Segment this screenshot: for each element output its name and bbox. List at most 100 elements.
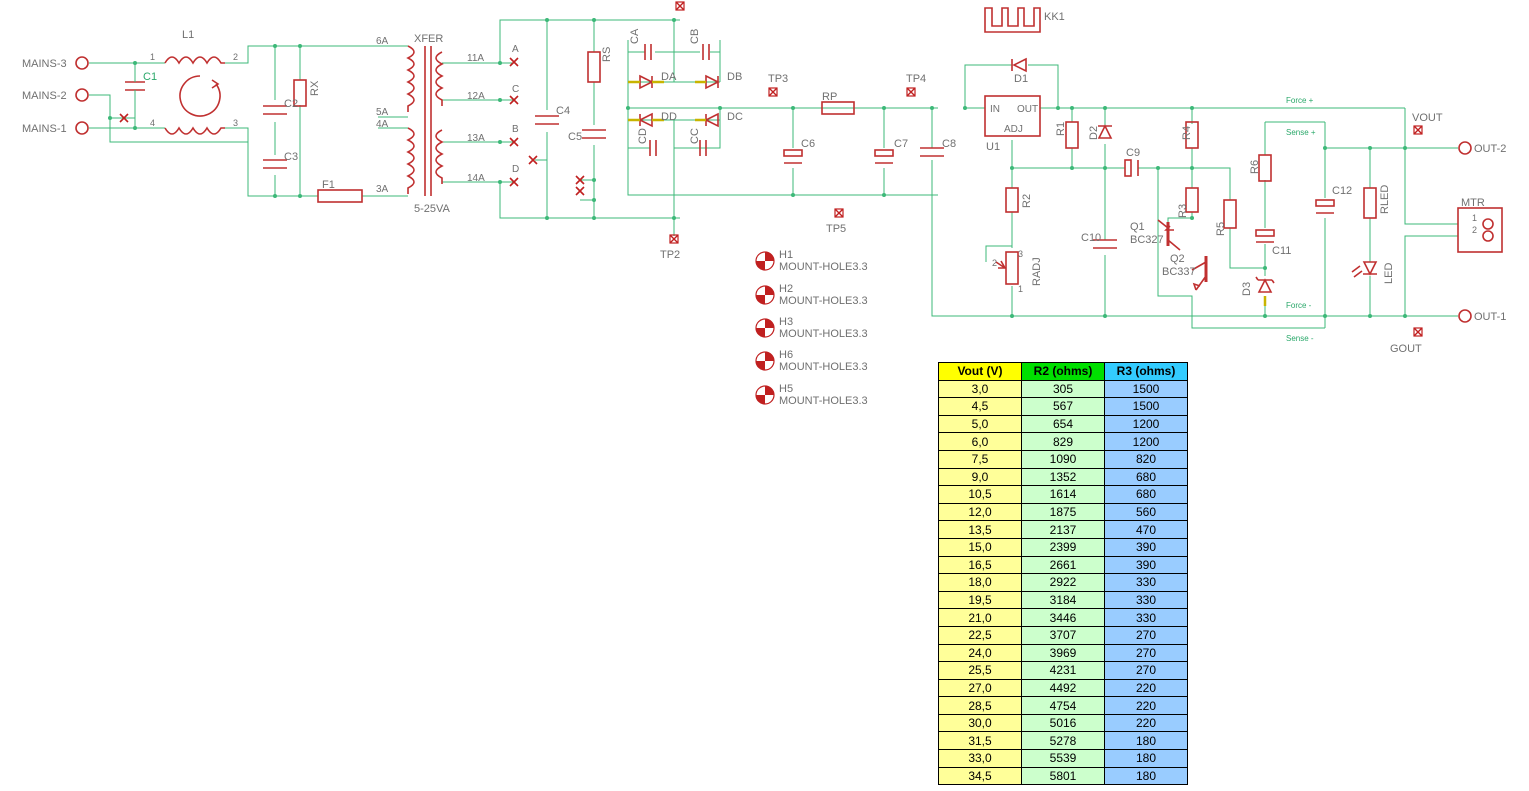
- label-c1: C1: [143, 71, 157, 83]
- mount-hole-h6[interactable]: [755, 351, 775, 371]
- table-cell-r3: 470: [1104, 520, 1188, 539]
- c7-capacitor[interactable]: [874, 149, 894, 164]
- ca-capacitor[interactable]: [644, 44, 652, 60]
- label-d2: D2: [1088, 126, 1100, 140]
- table-cell-vout: 15,0: [938, 537, 1022, 557]
- table-row: 10,5 1614 680: [938, 485, 1188, 504]
- mount-hole-h5[interactable]: [755, 385, 775, 405]
- l1-choke[interactable]: [164, 56, 225, 135]
- table-cell-r3: 220: [1104, 713, 1188, 733]
- label-vout: VOUT: [1412, 112, 1443, 124]
- d3-zener[interactable]: [1255, 276, 1275, 293]
- c9-capacitor[interactable]: [1124, 159, 1139, 177]
- label-pin-a: A: [512, 44, 519, 55]
- label-pin-d: D: [512, 164, 519, 175]
- label-pin-12a: 12A: [467, 91, 485, 102]
- transformer-xfer[interactable]: [406, 45, 444, 196]
- table-cell-r3: 180: [1104, 766, 1188, 786]
- mount-hole-h3[interactable]: [755, 318, 775, 338]
- table-row: 22,5 3707 270: [938, 625, 1188, 645]
- mount-hole-h3-ref: H3: [779, 316, 793, 328]
- table-cell-r2: 4492: [1021, 678, 1105, 698]
- mount-hole-h1[interactable]: [755, 251, 775, 271]
- table-cell-r3: 330: [1104, 608, 1188, 627]
- label-d1: D1: [1014, 73, 1028, 85]
- table-row: 9,0 1352 680: [938, 467, 1188, 487]
- testpoint-tp5[interactable]: [834, 208, 844, 218]
- table-cell-r2: 567: [1021, 397, 1105, 416]
- label-mains3: MAINS-3: [22, 58, 67, 70]
- cd-capacitor[interactable]: [649, 140, 657, 156]
- c5-capacitor[interactable]: [582, 129, 606, 139]
- label-out2: OUT-2: [1474, 143, 1506, 155]
- radj-potentiometer[interactable]: [995, 251, 1019, 285]
- testpoint-tp2[interactable]: [669, 234, 679, 244]
- table-cell-r3: 1200: [1104, 414, 1188, 434]
- table-cell-vout: 27,0: [938, 678, 1022, 698]
- table-cell-r3: 270: [1104, 661, 1188, 680]
- table-cell-r3: 680: [1104, 467, 1188, 487]
- table-cell-vout: 31,5: [938, 731, 1022, 751]
- testpoint-vout[interactable]: [1413, 125, 1423, 135]
- led-diode[interactable]: [1351, 261, 1378, 278]
- net-sense-minus: Sense -: [1286, 334, 1314, 343]
- table-cell-vout: 12,0: [938, 502, 1022, 522]
- rs-resistor[interactable]: [587, 51, 601, 83]
- mains1-terminal[interactable]: [75, 121, 89, 135]
- table-cell-vout: 4,5: [938, 397, 1022, 416]
- label-r5: R5: [1215, 222, 1227, 236]
- mains2-terminal[interactable]: [75, 88, 89, 102]
- label-c5: C5: [568, 131, 582, 143]
- c6-capacitor[interactable]: [783, 149, 803, 164]
- label-gout: GOUT: [1390, 343, 1422, 355]
- testpoint-tp4[interactable]: [906, 87, 916, 97]
- rled-resistor[interactable]: [1363, 187, 1377, 219]
- label-c7: C7: [894, 138, 908, 150]
- mount-hole-h6-value: MOUNT-HOLE3.3: [779, 361, 868, 373]
- table-cell-r3: 390: [1104, 537, 1188, 557]
- r1-resistor[interactable]: [1065, 121, 1079, 149]
- label-cd: CD: [637, 128, 649, 144]
- table-cell-r3: 220: [1104, 696, 1188, 715]
- label-rled: RLED: [1379, 185, 1391, 214]
- c4-capacitor[interactable]: [535, 115, 559, 125]
- d1-diode[interactable]: [1011, 57, 1027, 73]
- mains3-terminal[interactable]: [75, 56, 89, 70]
- testpoint-top[interactable]: [675, 1, 685, 11]
- label-q2: Q2: [1170, 253, 1185, 265]
- out2-terminal[interactable]: [1458, 141, 1472, 155]
- f1-fuse[interactable]: [317, 189, 363, 203]
- r2-resistor[interactable]: [1005, 187, 1019, 213]
- table-cell-r2: 3707: [1021, 625, 1105, 645]
- label-r1: R1: [1055, 122, 1067, 136]
- table-cell-r2: 1614: [1021, 485, 1105, 504]
- label-c9: C9: [1126, 147, 1140, 159]
- testpoint-gout[interactable]: [1413, 327, 1423, 337]
- c11-capacitor[interactable]: [1255, 229, 1275, 243]
- mtr-connector[interactable]: [1457, 207, 1503, 253]
- testpoint-tp3[interactable]: [768, 87, 778, 97]
- table-header-row: Vout (V) R2 (ohms) R3 (ohms): [938, 362, 1188, 381]
- c12-capacitor[interactable]: [1315, 199, 1335, 214]
- d2-diode[interactable]: [1097, 124, 1113, 139]
- c1-capacitor[interactable]: [125, 76, 145, 100]
- table-cell-r2: 3446: [1021, 608, 1105, 627]
- label-c8: C8: [942, 138, 956, 150]
- table-cell-vout: 9,0: [938, 467, 1022, 487]
- table-cell-vout: 7,5: [938, 449, 1022, 469]
- kk1-heatsink[interactable]: [984, 7, 1041, 33]
- label-c11: C11: [1272, 245, 1291, 257]
- mount-holes: [755, 251, 775, 405]
- mount-hole-h2[interactable]: [755, 285, 775, 305]
- schematic-canvas: MAINS-3 MAINS-2 MAINS-1 L1 C1 1 2 4 3 C2…: [22, 1, 1506, 407]
- vout-resistor-table: Vout (V) R2 (ohms) R3 (ohms) 3,0 305 1500 4…: [938, 362, 1188, 786]
- label-rp: RP: [822, 91, 837, 103]
- c8-capacitor[interactable]: [920, 147, 944, 157]
- out1-terminal[interactable]: [1458, 309, 1472, 323]
- mount-hole-h5-ref: H5: [779, 383, 793, 395]
- table-cell-vout: 28,5: [938, 696, 1022, 715]
- table-row: 28,5 4754 220: [938, 696, 1188, 715]
- label-pin-b: B: [512, 124, 519, 135]
- cb-capacitor[interactable]: [702, 44, 710, 60]
- table-cell-vout: 33,0: [938, 749, 1022, 768]
